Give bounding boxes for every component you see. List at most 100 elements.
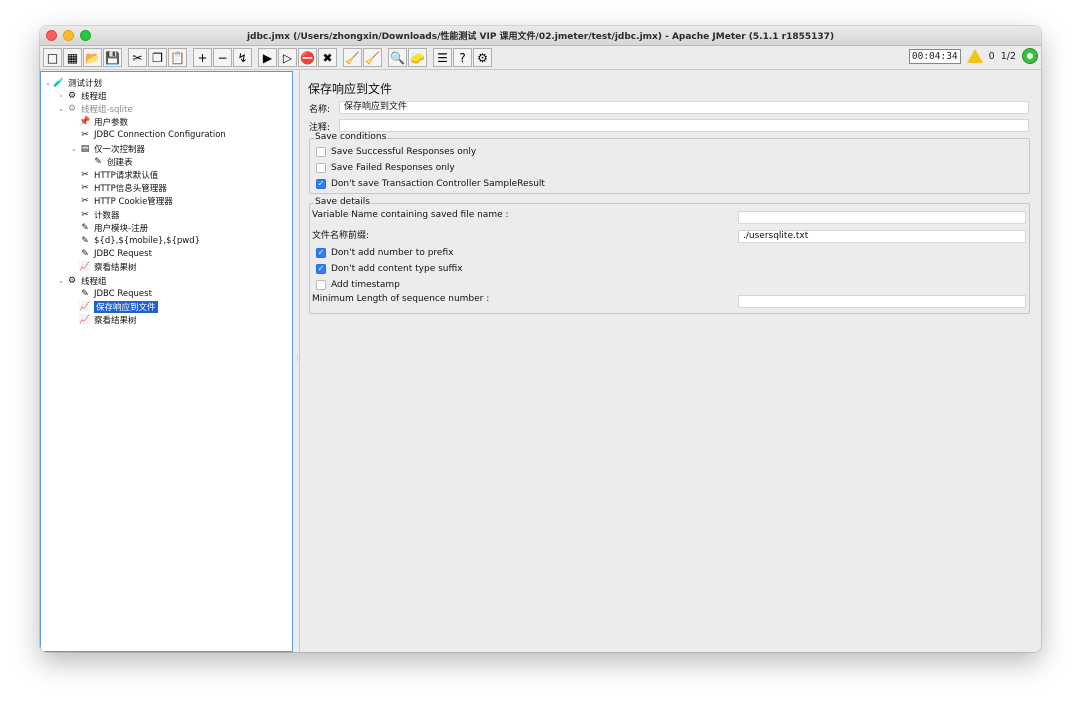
collapse-icon[interactable]: − (213, 48, 232, 67)
name-label: 名称: (309, 105, 331, 115)
window-controls (46, 30, 91, 41)
tree-node[interactable]: ✎ JDBC Request (69, 248, 152, 261)
option-checkbox[interactable]: Don't save Transaction Controller Sample… (316, 179, 545, 189)
name-field[interactable]: 保存响应到文件 (339, 101, 1029, 114)
clear-icon[interactable]: 🧹 (343, 48, 362, 67)
option-checkbox[interactable]: Add timestamp (316, 280, 400, 290)
tree-node-icon: ▤ (80, 143, 90, 154)
option-label: Add timestamp (331, 280, 400, 290)
comment-field[interactable] (339, 119, 1029, 132)
expand-toggle-icon[interactable]: ⌄ (56, 105, 66, 113)
warning-icon[interactable] (966, 49, 983, 63)
tree-node[interactable]: ⌄ 🧪 测试计划 (43, 76, 102, 89)
tree-node[interactable]: ✎ 创建表 (82, 155, 133, 168)
shutdown-icon[interactable]: ✖ (318, 48, 337, 67)
tree-node-icon: 📈 (79, 262, 91, 273)
tree-node[interactable]: ✂ HTTP请求默认值 (69, 168, 158, 181)
tree-node-icon: ⚙ (67, 103, 77, 114)
tree-node-label: 测试计划 (68, 78, 103, 89)
checkbox-unchecked-icon[interactable] (316, 147, 326, 157)
close-window-button[interactable] (46, 30, 57, 41)
tree-node-label: 计数器 (94, 210, 120, 221)
tree-node-label: 线程组-sqlite (81, 104, 133, 115)
save-details-group: Save details Variable Name containing sa… (309, 197, 1030, 314)
option-checkbox[interactable]: Don't add content type suffix (316, 264, 463, 274)
expand-toggle-icon[interactable]: › (56, 92, 66, 100)
tree-node[interactable]: 📈 察看结果树 (69, 261, 136, 274)
open-icon[interactable]: 📂 (83, 48, 102, 67)
prefix-field[interactable]: ./usersqlite.txt (738, 230, 1026, 243)
expand-toggle-icon[interactable]: ⌄ (56, 277, 66, 285)
maximize-window-button[interactable] (80, 30, 91, 41)
expand-icon[interactable]: + (193, 48, 212, 67)
tree-node[interactable]: ✎ ${d},${mobile},${pwd} (69, 234, 200, 247)
option-label: Save Successful Responses only (331, 147, 477, 157)
tree-node[interactable]: ✂ 计数器 (69, 208, 120, 221)
tree-node-icon: ✂ (81, 183, 89, 194)
tree-node[interactable]: 📈 察看结果树 (69, 314, 136, 327)
variable-name-label: Variable Name containing saved file name… (312, 210, 509, 220)
expand-toggle-icon[interactable]: ⌄ (69, 145, 79, 153)
jmeter-window: jdbc.jmx (/Users/zhongxin/Downloads/性能测试… (40, 26, 1041, 652)
clear-all-icon[interactable]: 🧹 (363, 48, 382, 67)
start-no-pause-icon[interactable]: ▷ (278, 48, 297, 67)
tree-node[interactable]: 📌 用户参数 (69, 116, 128, 129)
checkbox-checked-icon[interactable] (316, 248, 326, 258)
min-length-label: Minimum Length of sequence number : (312, 294, 490, 304)
checkbox-checked-icon[interactable] (316, 179, 326, 189)
tree-node-icon: 📌 (79, 117, 91, 128)
help-icon[interactable]: ? (453, 48, 472, 67)
cut-icon[interactable]: ✂ (128, 48, 147, 67)
toggle-icon[interactable]: ↯ (233, 48, 252, 67)
tree-node-label: 创建表 (107, 157, 133, 168)
start-icon[interactable]: ▶ (258, 48, 277, 67)
remote-icon[interactable]: ⚙ (473, 48, 492, 67)
prefix-label: 文件名称前缀: (312, 231, 370, 241)
toolbar: □ ▦ 📂 💾 ✂ ❐ 📋 + − ↯ ▶ ▷ ⛔ ✖ 🧹 🧹 🔍 🧽 ☰? ⚙ 00:04:34 0 1/2 (40, 46, 1041, 70)
option-checkbox[interactable]: Don't add number to prefix (316, 248, 453, 258)
tree-node-label: HTTP信息头管理器 (94, 184, 167, 195)
reset-search-icon[interactable]: 🧽 (408, 48, 427, 67)
min-length-field[interactable] (738, 295, 1026, 308)
tree-node-icon: ⚙ (67, 90, 77, 101)
tree-node[interactable]: ✂ HTTP Cookie管理器 (69, 195, 173, 208)
tree-node-label: 仅一次控制器 (94, 144, 146, 155)
tree-node-icon: ✎ (81, 288, 89, 299)
test-plan-tree[interactable]: ⌄ 🧪 测试计划 › ⚙ 线程组 ⌄ ⚙ 线程组-sqlite 📌 用户参数 ✂ JDBC Connec… (40, 71, 293, 652)
tree-node-label: 线程组 (81, 91, 107, 102)
checkbox-unchecked-icon[interactable] (316, 163, 326, 173)
tree-node-icon: ✎ (81, 222, 89, 233)
tree-node-label: ${d},${mobile},${pwd} (94, 235, 201, 246)
tree-node-label: 用户模块-注册 (94, 223, 149, 234)
copy-icon[interactable]: ❐ (148, 48, 167, 67)
tree-node-icon: 🧪 (53, 77, 65, 88)
title-bar: jdbc.jmx (/Users/zhongxin/Downloads/性能测试… (40, 26, 1041, 46)
tree-node[interactable]: ⌄ ⚙ 线程组 (56, 274, 106, 287)
warning-count: 0 (988, 50, 995, 62)
stop-icon[interactable]: ⛔ (298, 48, 317, 67)
checkbox-unchecked-icon[interactable] (316, 280, 326, 290)
expand-toggle-icon[interactable]: ⌄ (43, 79, 53, 87)
option-checkbox[interactable]: Save Failed Responses only (316, 163, 455, 173)
templates-icon[interactable]: ▦ (63, 48, 82, 67)
save-details-legend: Save details (314, 197, 371, 207)
tree-node[interactable]: ✎ 用户模块-注册 (69, 221, 148, 234)
tree-node-label: HTTP Cookie管理器 (94, 197, 173, 208)
option-checkbox[interactable]: Save Successful Responses only (316, 147, 476, 157)
tree-node[interactable]: ⌄ ⚙ 线程组-sqlite (56, 102, 133, 115)
tree-node[interactable]: › ⚙ 线程组 (56, 89, 107, 102)
checkbox-checked-icon[interactable] (316, 264, 326, 274)
new-icon[interactable]: □ (43, 48, 62, 67)
tree-node[interactable]: ⌄ ▤ 仅一次控制器 (69, 142, 145, 155)
variable-name-field[interactable] (738, 211, 1026, 224)
search-icon[interactable]: 🔍 (388, 48, 407, 67)
tree-node[interactable]: ✎ JDBC Request (69, 287, 152, 300)
function-helper-icon[interactable]: ☰ (433, 48, 452, 67)
paste-icon[interactable]: 📋 (168, 48, 187, 67)
tree-node[interactable]: 📈 保存响应到文件 (69, 300, 158, 313)
save-icon[interactable]: 💾 (103, 48, 122, 67)
minimize-window-button[interactable] (63, 30, 74, 41)
tree-node[interactable]: ✂ HTTP信息头管理器 (69, 182, 167, 195)
tree-node-icon: ✎ (81, 235, 89, 246)
tree-node[interactable]: ✂ JDBC Connection Configuration (69, 129, 226, 142)
